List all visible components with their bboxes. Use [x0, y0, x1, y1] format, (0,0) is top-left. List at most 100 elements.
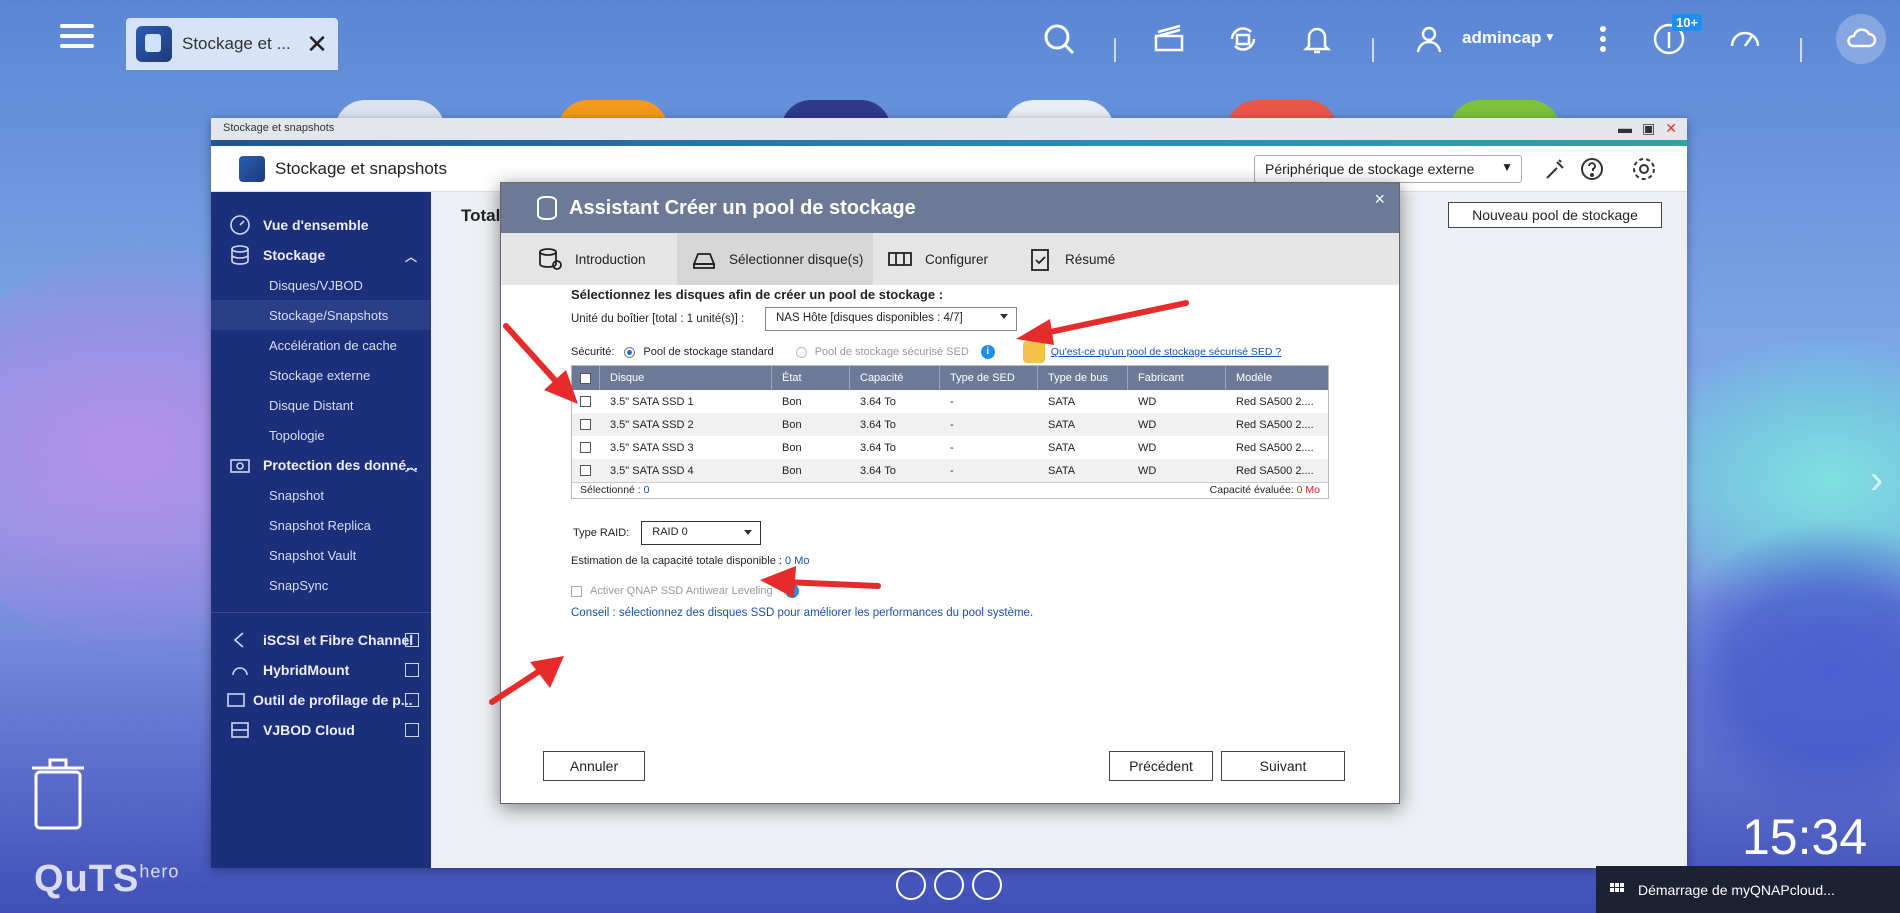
previous-button[interactable]: Précédent — [1109, 751, 1213, 781]
sidebar-item-snapshot[interactable]: Snapshot — [211, 480, 431, 510]
row-checkbox[interactable] — [580, 442, 591, 453]
info-icon[interactable]: i — [980, 345, 995, 359]
sidebar-item-topology[interactable]: Topologie — [211, 420, 431, 450]
disk-name: 3.5" SATA SSD 3 — [610, 441, 694, 454]
new-storage-pool-button[interactable]: Nouveau pool de stockage — [1448, 202, 1662, 228]
enclosure-unit-dropdown[interactable]: NAS Hôte [disques disponibles : 4/7] — [765, 307, 1017, 331]
raid-type-dropdown[interactable]: RAID 0 — [641, 521, 762, 545]
search-icon[interactable] — [1040, 20, 1078, 58]
user-avatar-icon[interactable] — [1410, 20, 1448, 58]
step-label: Introduction — [575, 251, 646, 267]
disk-sed-type: - — [950, 441, 954, 454]
table-row[interactable]: 3.5" SATA SSD 3 Bon 3.64 To - SATA WD Re… — [572, 436, 1328, 459]
table-row[interactable]: 3.5" SATA SSD 1 Bon 3.64 To - SATA WD Re… — [572, 390, 1328, 413]
hybridmount-icon — [232, 667, 248, 676]
trash-icon[interactable] — [30, 756, 86, 832]
background-tasks-icon[interactable] — [1150, 20, 1188, 58]
column-header[interactable]: Fabricant — [1128, 366, 1226, 390]
column-header[interactable]: Type de bus — [1038, 366, 1128, 390]
sidebar-item-label: SnapSync — [269, 577, 329, 593]
row-checkbox[interactable] — [580, 465, 591, 476]
step-introduction: Introduction — [501, 233, 677, 285]
next-button[interactable]: Suivant — [1221, 751, 1345, 781]
sidebar-item-storage-snapshots[interactable]: Stockage/Snapshots — [211, 300, 431, 330]
column-header[interactable]: Capacité — [850, 366, 940, 390]
sidebar-item-label: Disque Distant — [269, 397, 354, 413]
disk-model: Red SA500 2.... — [1236, 441, 1314, 454]
column-header[interactable]: Modèle — [1226, 366, 1328, 390]
sidebar-item-remote-disk[interactable]: Disque Distant — [211, 390, 431, 420]
storage-app-icon — [136, 26, 172, 62]
myqnapcloud-icon[interactable] — [1836, 14, 1886, 64]
sidebar-item-iscsi[interactable]: iSCSI et Fibre Channel — [211, 625, 431, 655]
notification-count-badge: 10+ — [1672, 14, 1703, 31]
sidebar-item-label: Stockage externe — [269, 367, 371, 383]
dialog-close-icon[interactable]: × — [1374, 189, 1385, 210]
sidebar-item-overview[interactable]: Vue d'ensemble — [211, 210, 431, 240]
next-page-chevron-icon[interactable]: › — [1870, 458, 1883, 503]
settings-gear-icon[interactable] — [1631, 156, 1657, 182]
sed-pool-label: Pool de stockage sécurisé SED — [814, 346, 969, 358]
row-checkbox[interactable] — [580, 419, 591, 430]
external-link-icon — [405, 633, 419, 647]
radio-standard-pool[interactable] — [624, 346, 636, 358]
user-menu-chevron-icon[interactable]: ▼ — [1544, 30, 1556, 44]
capacity-eval-label: Capacité évaluée: — [1209, 484, 1294, 496]
tools-icon[interactable] — [1543, 156, 1569, 182]
cancel-button[interactable]: Annuler — [543, 751, 645, 781]
sidebar-item-hybridmount[interactable]: HybridMount — [211, 655, 431, 685]
disk-bus-type: SATA — [1048, 418, 1076, 431]
resource-monitor-icon[interactable] — [1726, 20, 1764, 58]
column-header[interactable]: Type de SED — [940, 366, 1038, 390]
table-row[interactable]: 3.5" SATA SSD 2 Bon 3.64 To - SATA WD Re… — [572, 413, 1328, 436]
dock-icon[interactable] — [934, 870, 964, 900]
sidebar-item-snapsync[interactable]: SnapSync — [211, 570, 431, 600]
toolbar-separator — [1800, 38, 1802, 62]
notifications-bell-icon[interactable] — [1298, 20, 1336, 58]
radio-sed-pool[interactable] — [795, 346, 807, 358]
disk-name: 3.5" SATA SSD 2 — [610, 418, 694, 431]
sidebar-item-disks-vjbod[interactable]: Disques/VJBOD — [211, 270, 431, 300]
sidebar-item-snapshot-vault[interactable]: Snapshot Vault — [211, 540, 431, 570]
logo-text: QuTS — [34, 858, 140, 900]
sidebar-item-label: Snapshot Replica — [269, 517, 371, 533]
sidebar-item-label: Stockage — [263, 247, 326, 263]
sidebar-item-snapshot-replica[interactable]: Snapshot Replica — [211, 510, 431, 540]
minimize-icon[interactable]: ▬ — [1618, 120, 1632, 137]
close-tab-icon[interactable]: ✕ — [306, 29, 328, 60]
sidebar-item-data-protection[interactable]: Protection des donné... ︿ — [211, 450, 431, 480]
sidebar-item-cache-acceleration[interactable]: Accélération de cache — [211, 330, 431, 360]
storage-app-logo-icon — [239, 155, 265, 182]
app-tab-storage[interactable]: Stockage et ... ✕ — [126, 18, 338, 70]
select-all-checkbox[interactable] — [580, 372, 591, 384]
more-options-icon[interactable] — [1584, 20, 1622, 58]
sidebar-item-storage[interactable]: Stockage ︿ — [211, 240, 431, 270]
disk-bus-type: SATA — [1048, 464, 1076, 477]
info-icon[interactable]: i — [784, 584, 799, 598]
table-row[interactable]: 3.5" SATA SSD 4 Bon 3.64 To - SATA WD Re… — [572, 459, 1328, 482]
wizard-steps: Introduction Sélectionner disque(s) Conf… — [501, 233, 1399, 285]
close-window-icon[interactable]: ✕ — [1665, 120, 1677, 137]
dock-icon[interactable] — [896, 870, 926, 900]
sync-icon[interactable] — [1224, 20, 1262, 58]
top-bar: Stockage et ... ✕ admincap ▼ 10+ — [0, 0, 1900, 76]
disk-name: 3.5" SATA SSD 4 — [610, 464, 694, 477]
column-header[interactable]: Disque — [600, 366, 772, 390]
username[interactable]: admincap — [1462, 28, 1541, 48]
main-menu-icon[interactable] — [60, 20, 94, 54]
maximize-icon[interactable]: ▣ — [1642, 120, 1655, 137]
external-storage-dropdown[interactable]: Périphérique de stockage externe ▼ — [1254, 155, 1522, 183]
column-header[interactable]: État — [772, 366, 850, 390]
sidebar-item-external-storage[interactable]: Stockage externe — [211, 360, 431, 390]
sidebar-item-vjbod-cloud[interactable]: VJBOD Cloud — [211, 715, 431, 745]
notification-toast[interactable]: Démarrage de myQNAPcloud... — [1596, 866, 1900, 913]
antiwear-checkbox[interactable] — [571, 585, 582, 597]
security-row: Sécurité: Pool de stockage standard Pool… — [571, 341, 1281, 363]
help-icon[interactable] — [1579, 156, 1605, 182]
disk-sed-type: - — [950, 418, 954, 431]
row-checkbox[interactable] — [580, 396, 591, 407]
external-link-icon — [405, 663, 419, 677]
sidebar-item-profiling-tool[interactable]: Outil de profilage de p... — [211, 685, 431, 715]
sed-pool-help-link[interactable]: Qu'est-ce qu'un pool de stockage sécuris… — [1051, 346, 1281, 358]
dock-icon[interactable] — [972, 870, 1002, 900]
